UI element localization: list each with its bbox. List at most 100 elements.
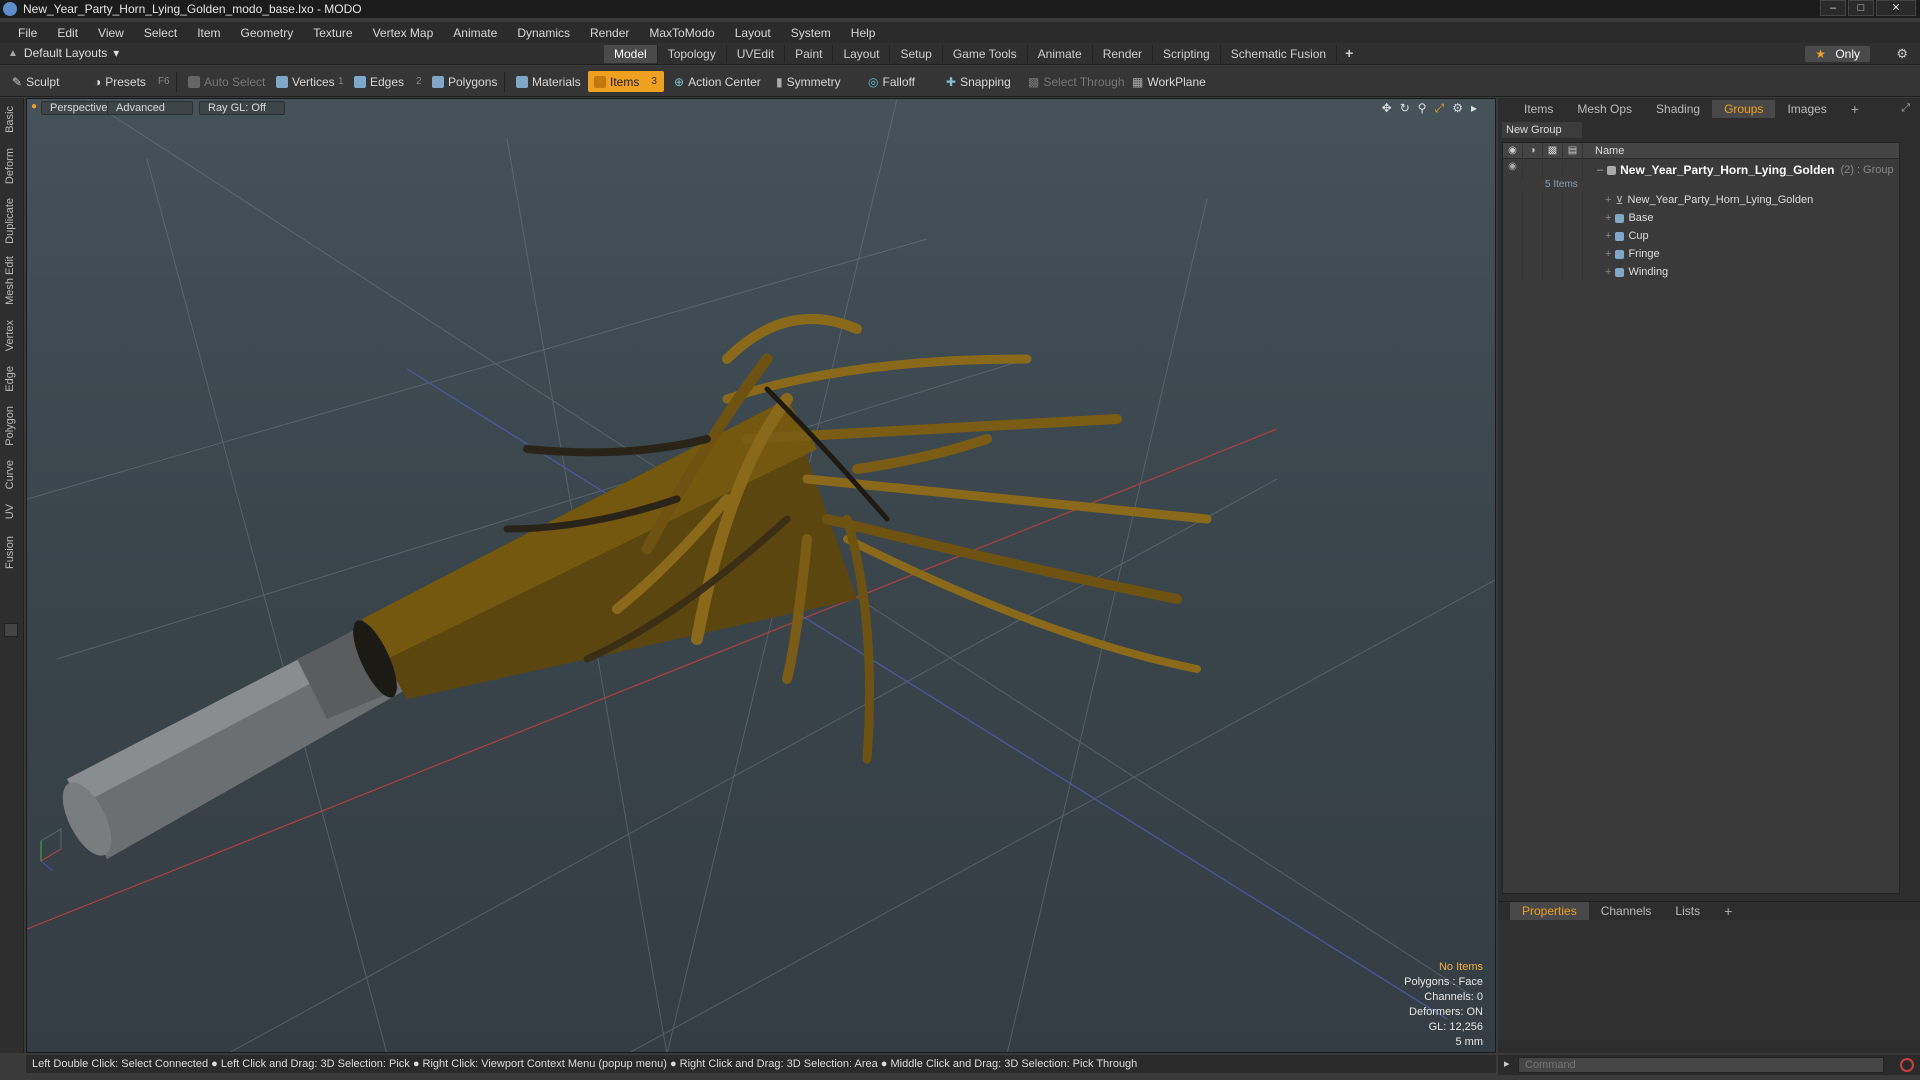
eye-icon[interactable]: ◉: [1503, 161, 1523, 179]
rotate-view-icon[interactable]: ↻: [1400, 101, 1410, 116]
list-item[interactable]: + Cup: [1503, 227, 1899, 245]
menu-animate[interactable]: Animate: [443, 26, 507, 40]
menu-file[interactable]: File: [8, 26, 47, 40]
tab-schematic-fusion[interactable]: Schematic Fusion: [1221, 45, 1338, 63]
list-item[interactable]: + Fringe: [1503, 245, 1899, 263]
left-tab-uv[interactable]: UV: [4, 504, 16, 519]
menu-maxtomodo[interactable]: MaxToModo: [639, 26, 724, 40]
presets-button[interactable]: ◑ Presets F6: [88, 71, 176, 92]
expand-panel-icon[interactable]: ⤢: [1901, 102, 1910, 115]
items-button[interactable]: Items 3: [588, 71, 664, 92]
render-toggle-icon[interactable]: [1523, 161, 1543, 179]
auto-select-button[interactable]: Auto Select: [182, 71, 271, 92]
menu-edit[interactable]: Edit: [47, 26, 88, 40]
shading-mode-button[interactable]: Advanced: [107, 101, 193, 115]
groups-list[interactable]: ◉ ◑ ▩ ▤ Name ◉ – New_Year_Party_Horn_Lyi…: [1502, 142, 1900, 894]
select-column-icon[interactable]: ▤: [1563, 142, 1583, 159]
materials-button[interactable]: Materials: [510, 71, 587, 92]
tab-render[interactable]: Render: [1093, 45, 1154, 63]
layout-lock-icon[interactable]: ▲: [8, 48, 18, 59]
left-tab-curve[interactable]: Curve: [4, 460, 16, 489]
menu-vertex-map[interactable]: Vertex Map: [363, 26, 444, 40]
command-history-icon[interactable]: ▸: [1504, 1057, 1510, 1070]
left-tab-basic[interactable]: Basic: [4, 106, 16, 133]
tab-game-tools[interactable]: Game Tools: [943, 45, 1028, 63]
raygl-button[interactable]: Ray GL: Off: [199, 101, 285, 115]
zoom-view-icon[interactable]: ⚲: [1418, 101, 1427, 116]
left-tab-mesh-edit[interactable]: Mesh Edit: [4, 256, 16, 305]
add-tab-icon[interactable]: +: [1712, 902, 1744, 920]
new-group-button[interactable]: New Group: [1502, 122, 1582, 138]
tab-lists[interactable]: Lists: [1663, 902, 1712, 920]
lock-column-icon[interactable]: ▩: [1543, 142, 1563, 159]
record-macro-icon[interactable]: [1900, 1058, 1914, 1072]
left-panel-toggle[interactable]: [4, 623, 18, 637]
command-input[interactable]: [1518, 1057, 1884, 1073]
expand-icon[interactable]: +: [1605, 212, 1611, 224]
left-tab-polygon[interactable]: Polygon: [4, 406, 16, 446]
expand-icon[interactable]: +: [1605, 230, 1611, 242]
minimize-button[interactable]: –: [1820, 0, 1846, 16]
add-tab-icon[interactable]: +: [1839, 100, 1871, 118]
select-toggle-icon[interactable]: [1563, 161, 1583, 179]
left-tab-edge[interactable]: Edge: [4, 366, 16, 392]
menu-geometry[interactable]: Geometry: [231, 26, 304, 40]
left-tab-deform[interactable]: Deform: [4, 148, 16, 184]
view-mode-button[interactable]: Perspective: [41, 101, 117, 115]
menu-system[interactable]: System: [781, 26, 841, 40]
close-button[interactable]: ✕: [1876, 0, 1916, 16]
tab-properties[interactable]: Properties: [1510, 901, 1589, 920]
left-tab-fusion[interactable]: Fusion: [4, 536, 16, 569]
tab-uvedit[interactable]: UVEdit: [727, 45, 786, 63]
workplane-button[interactable]: ▦ WorkPlane: [1126, 71, 1212, 92]
sculpt-button[interactable]: ✎ Sculpt: [6, 71, 65, 92]
viewport-expand-icon[interactable]: ▸: [1471, 101, 1477, 116]
menu-select[interactable]: Select: [134, 26, 187, 40]
tab-paint[interactable]: Paint: [785, 45, 834, 63]
tab-shading[interactable]: Shading: [1644, 100, 1712, 118]
action-center-button[interactable]: ⊕ Action Center: [668, 71, 767, 92]
tab-layout[interactable]: Layout: [833, 45, 891, 63]
menu-help[interactable]: Help: [841, 26, 886, 40]
collapse-icon[interactable]: –: [1597, 164, 1603, 176]
visibility-column-icon[interactable]: ◉: [1503, 142, 1523, 159]
edges-button[interactable]: Edges: [348, 71, 410, 92]
falloff-button[interactable]: ◎ Falloff: [862, 71, 921, 92]
tab-setup[interactable]: Setup: [890, 45, 943, 63]
vertices-button[interactable]: Vertices: [270, 71, 341, 92]
menu-view[interactable]: View: [88, 26, 134, 40]
viewport-scene[interactable]: [27, 99, 1496, 1053]
menu-layout[interactable]: Layout: [725, 26, 781, 40]
tab-images[interactable]: Images: [1775, 100, 1838, 118]
select-through-button[interactable]: ▩ Select Through: [1022, 71, 1131, 92]
expand-icon[interactable]: +: [1605, 248, 1611, 260]
menu-item[interactable]: Item: [187, 26, 230, 40]
tab-mesh-ops[interactable]: Mesh Ops: [1565, 100, 1644, 118]
list-item[interactable]: + Winding: [1503, 263, 1899, 281]
tab-groups[interactable]: Groups: [1712, 100, 1776, 118]
left-tab-vertex[interactable]: Vertex: [4, 320, 16, 351]
menu-texture[interactable]: Texture: [303, 26, 362, 40]
gear-icon[interactable]: ⚙: [1896, 46, 1908, 62]
list-item[interactable]: + Base: [1503, 209, 1899, 227]
polygons-button[interactable]: Polygons: [426, 71, 503, 92]
expand-icon[interactable]: +: [1605, 194, 1611, 206]
expand-icon[interactable]: +: [1605, 266, 1611, 278]
horn-cone[interactable]: [345, 399, 857, 703]
add-tab-icon[interactable]: +: [1337, 45, 1361, 63]
fit-view-icon[interactable]: ⤢: [1435, 101, 1445, 116]
name-column-header[interactable]: Name: [1583, 145, 1624, 157]
viewport-menu-icon[interactable]: ●: [31, 101, 37, 112]
menu-dynamics[interactable]: Dynamics: [507, 26, 580, 40]
tab-items[interactable]: Items: [1512, 100, 1565, 118]
menu-render[interactable]: Render: [580, 26, 639, 40]
only-toggle[interactable]: ★ Only: [1805, 46, 1870, 62]
maximize-button[interactable]: □: [1848, 0, 1874, 16]
tab-topology[interactable]: Topology: [658, 45, 727, 63]
tab-channels[interactable]: Channels: [1589, 902, 1664, 920]
tab-model[interactable]: Model: [604, 45, 658, 63]
lock-toggle-icon[interactable]: [1543, 161, 1563, 179]
layout-selector[interactable]: ▲ Default Layouts ▾: [8, 46, 119, 60]
render-column-icon[interactable]: ◑: [1523, 142, 1543, 159]
list-item[interactable]: + ⊻ New_Year_Party_Horn_Lying_Golden: [1503, 191, 1899, 209]
